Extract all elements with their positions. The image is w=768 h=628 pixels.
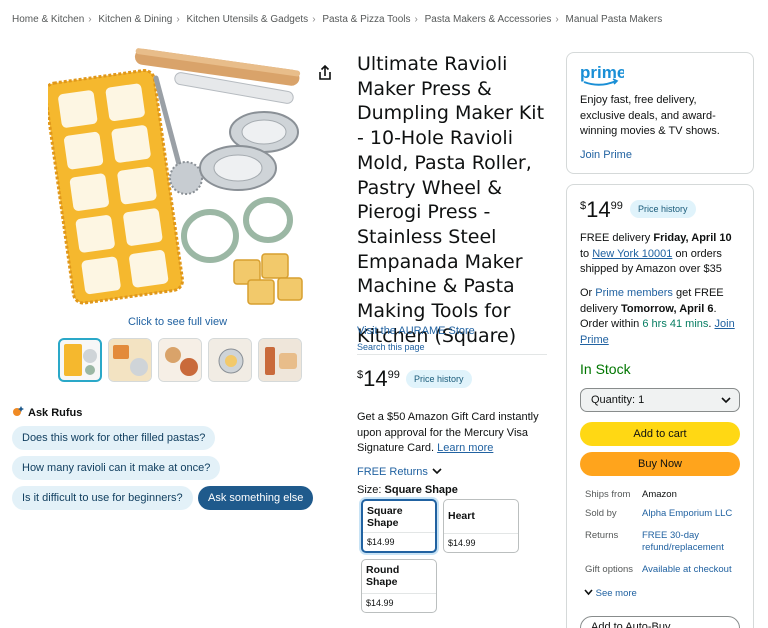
size-option-square[interactable]: Square Shape $14.99 <box>361 499 437 553</box>
returns-link[interactable]: FREE 30-day refund/replacement <box>642 530 742 554</box>
fast-delivery-date: Tomorrow, April 6 <box>620 302 714 315</box>
full-view-link[interactable]: Click to see full view <box>128 316 227 328</box>
thumbnail-3[interactable] <box>158 338 202 382</box>
breadcrumb-separator: › <box>88 14 92 25</box>
price-whole: 14 <box>586 197 611 222</box>
delivery-info: FREE delivery Friday, April 10 to New Yo… <box>580 231 742 278</box>
rufus-label: Ask Rufus <box>28 406 83 419</box>
breadcrumb-separator: › <box>555 14 559 25</box>
ask-something-else-button[interactable]: Ask something else <box>198 486 314 510</box>
buy-now-button[interactable]: Buy Now <box>580 452 740 476</box>
breadcrumb-separator: › <box>414 14 418 25</box>
add-to-auto-buy-button[interactable]: Add to Auto-Buy <box>580 616 740 628</box>
thumbnail-2[interactable] <box>108 338 152 382</box>
prime-logo-text: prime <box>580 63 624 82</box>
size-value: Square Shape <box>384 484 458 496</box>
chevron-down-icon <box>584 588 596 599</box>
see-more-link[interactable]: See more <box>584 588 637 599</box>
breadcrumb-separator: › <box>312 14 316 25</box>
delivery-date: Friday, April 10 <box>653 232 732 244</box>
divider <box>357 354 547 355</box>
breadcrumb-separator: › <box>176 14 180 25</box>
breadcrumb: Home & Kitchen › Kitchen & Dining › Kitche… <box>12 14 662 25</box>
add-to-cart-button[interactable]: Add to cart <box>580 422 740 446</box>
search-this-page-link[interactable]: Search this page <box>357 342 425 352</box>
breadcrumb-manual-pasta[interactable]: Manual Pasta Makers <box>565 14 662 25</box>
size-option-name: Heart <box>448 510 475 522</box>
fast-or: Or <box>580 287 596 299</box>
price-whole: 14 <box>363 366 388 391</box>
breadcrumb-utensils[interactable]: Kitchen Utensils & Gadgets <box>186 14 308 25</box>
rufus-question-2[interactable]: How many ravioli can it make at once? <box>12 456 221 480</box>
thumbnail-5[interactable] <box>258 338 302 382</box>
free-returns-link[interactable]: FREE Returns <box>357 466 442 478</box>
size-option-price: $14.99 <box>363 532 435 551</box>
prime-logo: prime <box>580 62 626 93</box>
quantity-value: Quantity: 1 <box>591 394 645 406</box>
share-icon[interactable] <box>316 64 334 82</box>
location-link[interactable]: New York 10001 <box>592 248 672 260</box>
prime-promo-text: Enjoy fast, free delivery, exclusive dea… <box>580 94 720 137</box>
chevron-down-icon <box>432 466 442 478</box>
size-option-round[interactable]: Round Shape $14.99 <box>361 559 437 613</box>
buybox-price: $ 14 99 <box>580 197 623 223</box>
join-prime-link[interactable]: Join Prime <box>580 149 632 161</box>
rufus-question-3[interactable]: Is it difficult to use for beginners? <box>12 486 193 510</box>
fastest-delivery-info: Or Prime members get FREE delivery Tomor… <box>580 286 742 348</box>
gift-card-offer: Get a $50 Amazon Gift Card instantly upo… <box>357 410 547 457</box>
product-price: $ 14 99 <box>357 366 400 392</box>
breadcrumb-pasta-pizza[interactable]: Pasta & Pizza Tools <box>322 14 410 25</box>
price-fraction: 99 <box>610 200 623 212</box>
gift-options-label: Gift options <box>585 564 634 575</box>
buybox-price-history-badge[interactable]: Price history <box>630 200 696 218</box>
thumbnail-1[interactable] <box>58 338 102 382</box>
price-fraction: 99 <box>387 369 400 381</box>
sold-by-link[interactable]: Alpha Emporium LLC <box>642 508 742 520</box>
gift-options-link[interactable]: Available at checkout <box>642 564 742 576</box>
breadcrumb-kitchen-dining[interactable]: Kitchen & Dining <box>98 14 172 25</box>
ships-from-label: Ships from <box>585 489 631 500</box>
chevron-down-icon <box>721 389 731 420</box>
size-selection-line: Size: Square Shape <box>357 484 458 496</box>
thumbnail-4[interactable] <box>208 338 252 382</box>
thumbnail-strip <box>58 338 302 382</box>
ships-from-value: Amazon <box>642 489 677 500</box>
rufus-icon <box>12 405 24 420</box>
returns-label: Returns <box>585 530 619 541</box>
countdown: 6 hrs 41 mins <box>642 318 709 330</box>
see-more-label: See more <box>595 588 637 599</box>
main-product-image[interactable] <box>43 48 310 310</box>
rufus-question-1[interactable]: Does this work for other filled pastas? <box>12 426 216 450</box>
size-option-heart[interactable]: Heart $14.99 <box>443 499 519 553</box>
free-returns-label: FREE Returns <box>357 466 428 478</box>
breadcrumb-pasta-makers[interactable]: Pasta Makers & Accessories <box>425 14 552 25</box>
size-option-name: Square Shape <box>367 505 403 529</box>
store-link[interactable]: Visit the AURAME Store <box>357 325 475 337</box>
product-title: Ultimate Ravioli Maker Press & Dumpling … <box>357 53 545 347</box>
delivery-prefix: FREE delivery <box>580 232 654 244</box>
size-option-name: Round Shape <box>366 564 400 588</box>
prime-members-link[interactable]: Prime members <box>595 287 673 299</box>
size-label: Size: <box>357 484 382 496</box>
size-option-price: $14.99 <box>444 533 518 552</box>
price-history-badge[interactable]: Price history <box>406 370 472 388</box>
sold-by-label: Sold by <box>585 508 617 519</box>
size-option-price: $14.99 <box>362 593 436 612</box>
breadcrumb-home-kitchen[interactable]: Home & Kitchen <box>12 14 84 25</box>
learn-more-link[interactable]: Learn more <box>437 442 493 454</box>
rufus-title: Ask Rufus <box>12 405 82 420</box>
stock-status: In Stock <box>580 361 631 377</box>
delivery-to: to <box>580 247 593 260</box>
quantity-select[interactable]: Quantity: 1 <box>580 388 740 412</box>
